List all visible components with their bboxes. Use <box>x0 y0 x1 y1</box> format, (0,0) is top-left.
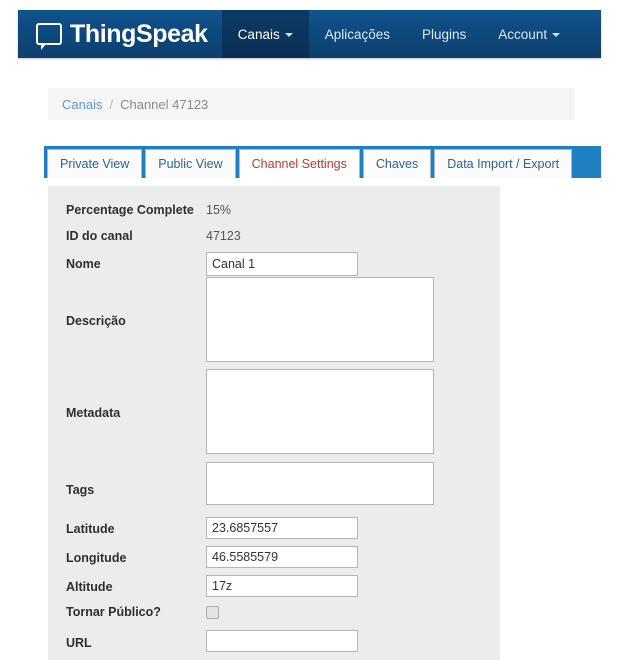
row-description: Descrição <box>48 277 500 362</box>
brand-logo[interactable]: ThingSpeak <box>18 10 222 58</box>
chevron-down-icon <box>552 33 561 37</box>
nav-item-canais-label: Canais <box>237 26 280 42</box>
tags-textarea[interactable] <box>206 462 434 505</box>
nav-item-aplicacoes[interactable]: Aplicações <box>309 10 406 58</box>
breadcrumb-current: Channel 47123 <box>120 96 209 112</box>
tab-channel-settings[interactable]: Channel Settings <box>238 149 360 178</box>
make-public-checkbox[interactable] <box>206 606 219 619</box>
tab-public-view-label: Public View <box>158 157 223 171</box>
name-input[interactable] <box>206 252 358 276</box>
tab-channel-settings-label: Channel Settings <box>251 157 347 171</box>
row-tags: Tags <box>48 462 500 505</box>
breadcrumb-root-link[interactable]: Canais <box>62 97 102 112</box>
nav-item-account-label: Account <box>498 26 548 42</box>
nav-item-aplicacoes-label: Aplicações <box>324 26 391 42</box>
row-latitude: Latitude <box>48 517 500 539</box>
longitude-label: Longitude <box>66 551 127 565</box>
make-public-label: Tornar Público? <box>66 605 161 619</box>
metadata-textarea[interactable] <box>206 369 434 454</box>
navbar-items: Canais Aplicações Plugins Account <box>221 10 576 58</box>
tags-label: Tags <box>66 483 95 497</box>
percentage-complete-value: 15% <box>206 203 232 217</box>
description-label: Descrição <box>66 314 126 328</box>
row-make-public: Tornar Público? <box>48 606 500 619</box>
altitude-label: Altitude <box>66 580 113 594</box>
tab-private-view-label: Private View <box>60 157 130 171</box>
nav-item-plugins[interactable]: Plugins <box>406 10 482 58</box>
row-channel-id: ID do canal 47123 <box>48 230 500 243</box>
tab-chaves-label: Chaves <box>375 157 419 171</box>
breadcrumb-separator: / <box>109 96 114 112</box>
description-textarea[interactable] <box>206 277 434 362</box>
brand-name: ThingSpeak <box>70 19 208 48</box>
row-percentage-complete: Percentage Complete 15% <box>48 204 500 217</box>
url-label: URL <box>66 636 92 650</box>
channel-id-value: 47123 <box>206 229 241 243</box>
tab-public-view[interactable]: Public View <box>145 149 236 178</box>
latitude-label: Latitude <box>66 522 115 536</box>
tab-data-import-export[interactable]: Data Import / Export <box>434 149 573 178</box>
row-longitude: Longitude <box>48 546 500 568</box>
speech-bubble-icon <box>36 23 62 50</box>
row-metadata: Metadata <box>48 369 500 454</box>
channel-tab-strip: Private View Public View Channel Setting… <box>44 146 601 178</box>
row-url: URL <box>48 630 500 652</box>
channel-settings-form: Percentage Complete 15% ID do canal 4712… <box>48 186 500 660</box>
metadata-label: Metadata <box>66 406 121 420</box>
longitude-input[interactable] <box>206 546 358 568</box>
tab-private-view[interactable]: Private View <box>47 149 143 178</box>
main-navbar: ThingSpeak Canais Aplicações Plugins Acc… <box>18 10 601 58</box>
nav-item-canais[interactable]: Canais <box>221 10 309 58</box>
altitude-input[interactable] <box>206 575 358 597</box>
nav-item-plugins-label: Plugins <box>422 26 467 42</box>
channel-id-label: ID do canal <box>66 229 133 243</box>
breadcrumb: Canais / Channel 47123 <box>48 88 575 120</box>
row-altitude: Altitude <box>48 575 500 597</box>
nav-item-account[interactable]: Account <box>482 10 576 58</box>
name-label: Nome <box>66 257 101 271</box>
row-name: Nome <box>48 252 500 276</box>
tab-data-import-export-label: Data Import / Export <box>447 157 560 171</box>
url-input[interactable] <box>206 630 358 652</box>
chevron-down-icon <box>284 33 293 37</box>
tab-chaves[interactable]: Chaves <box>362 149 432 178</box>
percentage-complete-label: Percentage Complete <box>66 203 194 217</box>
latitude-input[interactable] <box>206 517 358 539</box>
